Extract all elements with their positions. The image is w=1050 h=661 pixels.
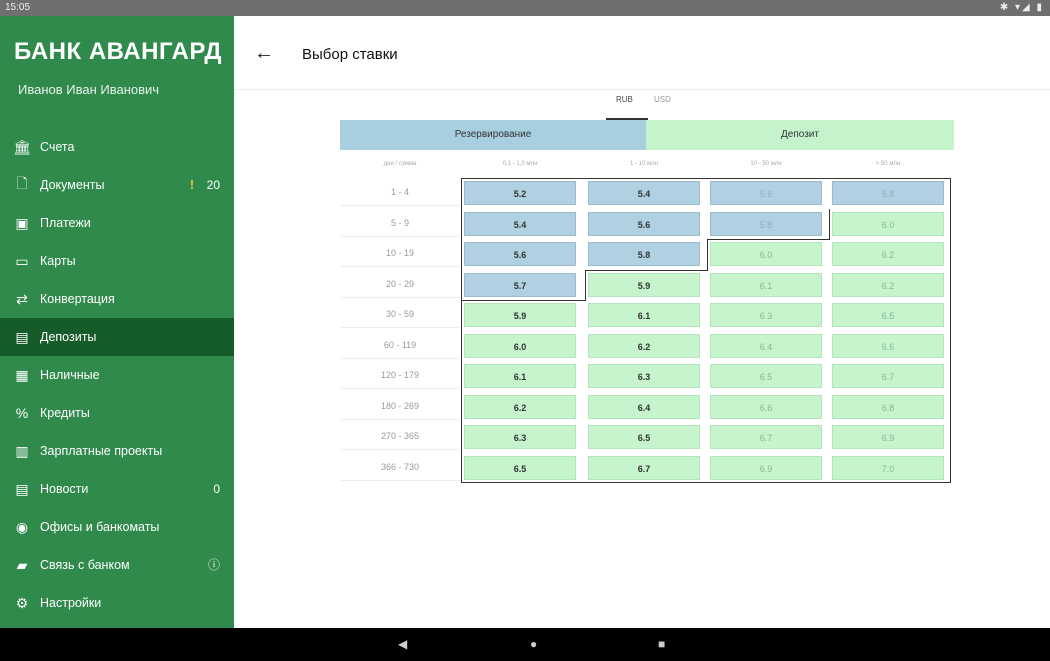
salary-icon: ▥	[15, 442, 29, 459]
sidebar-item[interactable]: ◉ Офисы и банкоматы	[0, 508, 234, 546]
group-deposit: Депозит	[646, 120, 954, 150]
row-label: 60 - 119	[340, 331, 460, 359]
sidebar-item-label: Настройки	[40, 596, 102, 610]
sidebar-item-label: Карты	[40, 254, 76, 268]
row-label: 5 - 9	[340, 209, 460, 237]
status-icons: ✱ ▾◢ ▮	[999, 2, 1044, 13]
nav-bar: ◀ ● ■	[0, 628, 1050, 661]
row-label: 270 - 365	[340, 422, 460, 450]
column-header: 0,1 - 1,0 млн	[502, 161, 538, 167]
sidebar-item-label: Платежи	[40, 216, 91, 230]
document-icon: 🗋	[16, 175, 28, 191]
sidebar-item-label: Документы	[40, 178, 105, 192]
sidebar-item-label: Наличные	[40, 368, 100, 382]
nav-back-icon[interactable]: ◀	[398, 628, 407, 661]
sidebar-item[interactable]: ▤ Депозиты	[0, 318, 234, 356]
sidebar-item-label: Новости	[40, 482, 89, 496]
row-label: 30 - 59	[340, 300, 460, 328]
column-header: дни / сумма	[383, 161, 417, 167]
row-label: 10 - 19	[340, 239, 460, 267]
sidebar-item[interactable]: ▰ Связь с банком ⓘ	[0, 546, 234, 584]
deposit-icon: ▤	[15, 328, 29, 345]
zone-separator	[707, 239, 830, 240]
row-label: 20 - 29	[340, 270, 460, 298]
page-title: Выбор ставки	[302, 46, 398, 63]
payment-icon: ▣	[15, 214, 29, 231]
zone-separator	[707, 239, 708, 270]
sidebar-item-label: Офисы и банкоматы	[40, 520, 160, 534]
tab-usd[interactable]: USD	[654, 95, 671, 104]
header: ← Выбор ставки	[234, 16, 1050, 90]
sidebar-item-badge: 20	[206, 178, 220, 192]
sidebar-item-badge: ⓘ	[207, 558, 220, 572]
row-label: 1 - 4	[340, 178, 460, 206]
row-label: 180 - 269	[340, 392, 460, 420]
sidebar: БАНК АВАНГАРД Иванов Иван Иванович 🏛 Счет…	[0, 16, 234, 628]
cash-icon: ▦	[15, 366, 29, 383]
back-arrow-icon[interactable]: ←	[254, 42, 274, 65]
zone-separator	[585, 269, 586, 300]
news-icon: ▤	[15, 480, 29, 497]
sidebar-item-label: Кредиты	[40, 406, 90, 420]
sidebar-item[interactable]: ⇄ Конвертация	[0, 280, 234, 318]
exchange-icon: ⇄	[16, 290, 28, 307]
sidebar-item[interactable]: ▤ Новости 0	[0, 470, 234, 508]
status-bar: 15:05 ✱ ▾◢ ▮	[0, 0, 1050, 16]
warning-icon: !	[189, 178, 194, 192]
column-header: > 50 млн	[875, 161, 901, 167]
row-label: 366 - 730	[340, 453, 460, 481]
brand-logo: БАНК АВАНГАРД	[14, 38, 222, 65]
sidebar-item[interactable]: 🗋 Документы! 20	[0, 166, 234, 204]
gear-icon: ⚙	[15, 594, 29, 611]
sidebar-item[interactable]: % Кредиты	[0, 394, 234, 432]
sidebar-item-label: Счета	[40, 140, 75, 154]
sidebar-menu: 🏛 Счета 🗋 Документы! 20 ▣ Платежи ▭ Карты ⇄ Конвер…	[0, 128, 234, 622]
card-icon: ▭	[15, 252, 29, 269]
sidebar-item[interactable]: ▦ Наличные	[0, 356, 234, 394]
chat-icon: ▰	[16, 556, 28, 573]
sidebar-item-label: Депозиты	[40, 330, 97, 344]
column-header: 1 - 10 млн	[630, 161, 658, 167]
group-reserve: Резервирование	[340, 120, 646, 150]
status-time: 15:05	[5, 2, 31, 13]
percent-icon: %	[15, 405, 29, 421]
nav-recent-icon[interactable]: ■	[658, 628, 665, 661]
sidebar-item-label: Конвертация	[40, 292, 115, 306]
tab-rub[interactable]: RUB	[616, 95, 633, 104]
sidebar-item[interactable]: ▥ Зарплатные проекты	[0, 432, 234, 470]
zone-separator	[585, 269, 708, 271]
sidebar-item[interactable]: ⚙ Настройки	[0, 584, 234, 622]
bank-icon: 🏛	[13, 138, 31, 155]
zone-separator	[461, 300, 586, 301]
nav-home-icon[interactable]: ●	[530, 628, 537, 661]
sidebar-item[interactable]: 🏛 Счета	[0, 128, 234, 166]
sidebar-item[interactable]: ▭ Карты	[0, 242, 234, 280]
sidebar-item-label: Зарплатные проекты	[40, 444, 163, 458]
sidebar-item-badge: 0	[213, 482, 220, 496]
sidebar-item[interactable]: ▣ Платежи	[0, 204, 234, 242]
location-icon: ◉	[15, 518, 29, 535]
sidebar-item-label: Связь с банком	[40, 558, 130, 572]
zone-separator	[829, 208, 830, 239]
user-name: Иванов Иван Иванович	[18, 82, 160, 97]
row-label: 120 - 179	[340, 361, 460, 389]
column-header: 10 - 50 млн	[750, 161, 782, 167]
header-divider	[234, 89, 1050, 90]
rate-grid-border	[461, 178, 951, 483]
